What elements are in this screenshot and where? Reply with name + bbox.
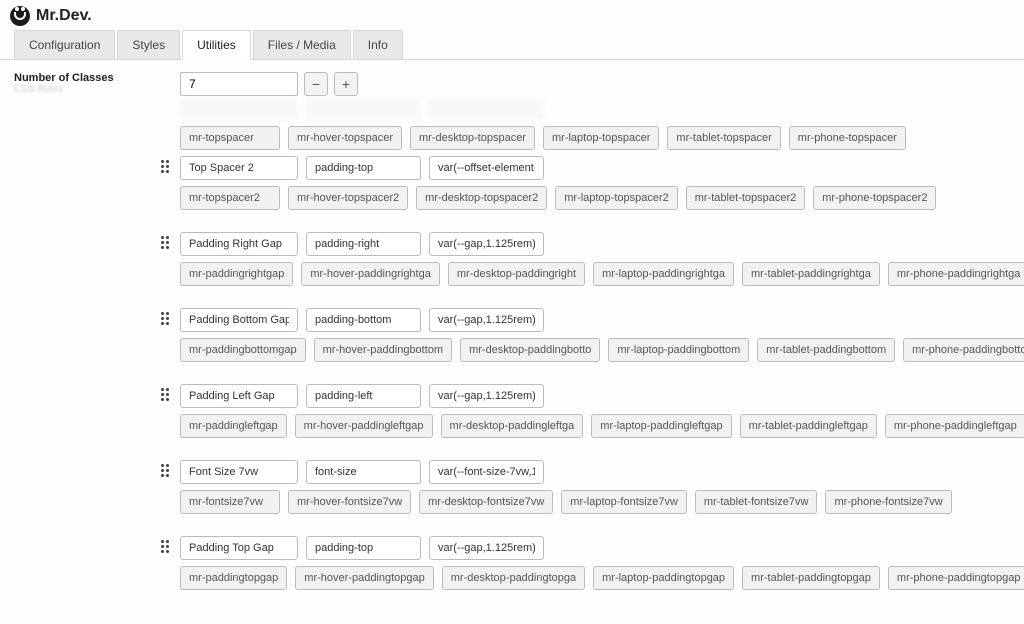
class-name-input[interactable] [180,308,298,332]
css-property-input[interactable] [306,536,421,560]
brand-title: Mr.Dev. [36,7,92,25]
tabs: ConfigurationStylesUtilitiesFiles / Medi… [0,30,1024,60]
increment-button[interactable]: + [334,72,358,96]
sidebar-label: Number of Classes [14,72,144,84]
utility-group: mr-topspacer2 mr-hover-topspacer2 mr-deskt… [180,156,1024,210]
class-tag[interactable]: mr-paddingtopgap [180,566,287,590]
css-property-input[interactable] [306,384,421,408]
class-tag[interactable]: mr-paddingleftgap [180,414,287,438]
class-tag[interactable]: mr-desktop-fontsize7vw [419,490,553,514]
css-property-input[interactable] [306,460,421,484]
class-tag[interactable]: mr-tablet-paddingtopgap [742,566,880,590]
class-tag[interactable]: mr-tablet-paddingrightga [742,262,880,286]
class-tag[interactable]: mr-hover-paddingtopgap [295,566,433,590]
class-tag[interactable]: mr-laptop-paddingrightga [593,262,734,286]
class-name-input[interactable] [180,460,298,484]
class-tag[interactable]: mr-topspacer [180,126,280,150]
tab-styles[interactable]: Styles [117,30,180,59]
css-value-input[interactable] [429,460,544,484]
class-name-input[interactable] [180,232,298,256]
class-tag[interactable]: mr-laptop-fontsize7vw [561,490,687,514]
class-tag[interactable]: mr-tablet-fontsize7vw [695,490,818,514]
class-tag[interactable]: mr-paddingrightgap [180,262,293,286]
header: Mr.Dev. [0,0,1024,30]
utility-group: mr-paddingleftgap mr-hover-paddingleftgap… [180,384,1024,438]
tab-utilities[interactable]: Utilities [182,30,251,60]
tab-configuration[interactable]: Configuration [14,30,115,59]
class-tag[interactable]: mr-tablet-paddingleftgap [740,414,877,438]
decrement-button[interactable]: − [304,72,328,96]
class-tag[interactable]: mr-paddingbottomgap [180,338,306,362]
class-tag[interactable]: mr-fontsize7vw [180,490,280,514]
class-tag[interactable]: mr-hover-paddingbottom [314,338,452,362]
blurred-row [180,98,1024,120]
number-of-classes-input[interactable] [180,72,298,96]
drag-handle-icon[interactable] [158,160,172,173]
css-value-input[interactable] [429,536,544,560]
class-tag[interactable]: mr-hover-topspacer [288,126,402,150]
class-tag[interactable]: mr-desktop-paddingbotto [460,338,600,362]
class-tag[interactable]: mr-topspacer2 [180,186,280,210]
main-panel: − + mr-topspacer mr-hover-topspacer mr-des… [180,72,1024,612]
css-property-input[interactable] [306,156,421,180]
utility-group: mr-paddingtopgap mr-hover-paddingtopgap mr… [180,536,1024,590]
css-property-input[interactable] [306,308,421,332]
class-tag[interactable]: mr-phone-paddingleftgap [885,414,1024,438]
class-name-input[interactable] [180,384,298,408]
css-property-input[interactable] [306,232,421,256]
class-tag[interactable]: mr-phone-topspacer [789,126,906,150]
drag-handle-icon[interactable] [158,540,172,553]
css-value-input[interactable] [429,384,544,408]
class-tag[interactable]: mr-phone-fontsize7vw [825,490,951,514]
class-tag[interactable]: mr-tablet-paddingbottom [757,338,895,362]
class-tag[interactable]: mr-desktop-paddingtopga [442,566,585,590]
css-value-input[interactable] [429,308,544,332]
class-tag[interactable]: mr-laptop-topspacer2 [555,186,678,210]
logo-icon [10,6,30,26]
class-tag[interactable]: mr-phone-topspacer2 [813,186,936,210]
tab-info[interactable]: Info [353,30,403,59]
class-tag[interactable]: mr-phone-paddingbottom [903,338,1024,362]
class-tag[interactable]: mr-laptop-paddingbottom [608,338,749,362]
class-tag[interactable]: mr-laptop-paddingtopgap [593,566,734,590]
class-tag[interactable]: mr-desktop-topspacer2 [416,186,547,210]
class-tag[interactable]: mr-laptop-paddingleftgap [591,414,731,438]
sidebar: Number of Classes CSS Rules [14,72,144,612]
sidebar-sublabel: CSS Rules [14,84,144,95]
utility-group: mr-paddingbottomgap mr-hover-paddingbotto… [180,308,1024,362]
tab-files-media[interactable]: Files / Media [253,30,351,59]
top-tag-row: mr-topspacer mr-hover-topspacer mr-desktop… [180,126,1024,150]
utility-group: mr-fontsize7vw mr-hover-fontsize7vw mr-des… [180,460,1024,514]
class-name-input[interactable] [180,156,298,180]
class-tag[interactable]: mr-desktop-paddingright [448,262,585,286]
class-tag[interactable]: mr-phone-paddingrightga [888,262,1024,286]
class-tag[interactable]: mr-hover-paddingleftgap [295,414,433,438]
drag-handle-icon[interactable] [158,236,172,249]
class-tag[interactable]: mr-hover-paddingrightga [301,262,439,286]
css-value-input[interactable] [429,232,544,256]
class-tag[interactable]: mr-hover-fontsize7vw [288,490,411,514]
class-tag[interactable]: mr-desktop-paddingleftga [441,414,584,438]
class-tag[interactable]: mr-laptop-topspacer [543,126,659,150]
utility-group: mr-paddingrightgap mr-hover-paddingrightg… [180,232,1024,286]
class-tag[interactable]: mr-tablet-topspacer2 [686,186,806,210]
css-value-input[interactable] [429,156,544,180]
class-tag[interactable]: mr-desktop-topspacer [410,126,535,150]
class-tag[interactable]: mr-tablet-topspacer [667,126,780,150]
drag-handle-icon[interactable] [158,312,172,325]
drag-handle-icon[interactable] [158,464,172,477]
class-tag[interactable]: mr-hover-topspacer2 [288,186,408,210]
drag-handle-icon[interactable] [158,388,172,401]
class-name-input[interactable] [180,536,298,560]
class-tag[interactable]: mr-phone-paddingtopgap [888,566,1024,590]
